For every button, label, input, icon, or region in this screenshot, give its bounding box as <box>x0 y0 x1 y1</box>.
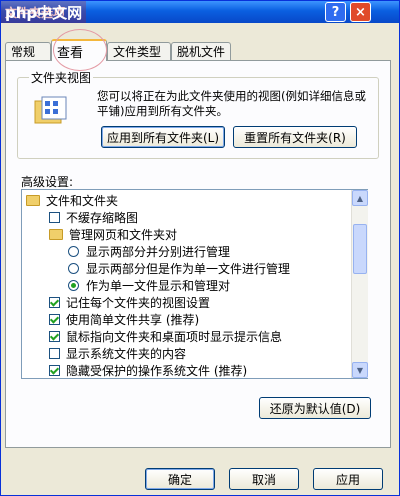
list-item[interactable]: 隐藏受保护的操作系统文件 (推荐) <box>49 362 248 378</box>
checkbox[interactable] <box>49 297 60 308</box>
list-item-label: 记住每个文件夹的视图设置 <box>66 296 211 310</box>
help-button[interactable]: ? <box>325 2 346 22</box>
watermark-logo: php中文网 <box>1 1 87 23</box>
folder-views-title: 文件夹视图 <box>29 69 94 86</box>
scroll-up-icon[interactable]: ▲ <box>352 190 368 206</box>
list-item-label: 管理网页和文件夹对 <box>69 228 178 242</box>
folder-icon <box>49 229 63 240</box>
tab-offline-files[interactable]: 脱机文件 <box>171 42 231 60</box>
reset-all-folders-button[interactable]: 重置所有文件夹(R) <box>233 126 357 148</box>
list-item-label: 隐藏受保护的操作系统文件 (推荐) <box>66 364 248 378</box>
list-item[interactable]: 显示系统文件夹的内容 <box>49 345 186 362</box>
folder-options-window: 文件夹选项 php中文网 ? × 常规 查看 文件类型 脱机文件 文件夹视图 您… <box>0 0 400 496</box>
tab-file-types[interactable]: 文件类型 <box>107 42 171 60</box>
folder-views-icon <box>34 96 67 124</box>
checkbox[interactable] <box>49 331 60 342</box>
cancel-button[interactable]: 取消 <box>229 468 299 490</box>
list-item-label: 不缓存缩略图 <box>66 211 139 225</box>
list-item-label: 文件和文件夹 <box>46 194 119 208</box>
ok-button[interactable]: 确定 <box>145 468 215 490</box>
list-item: 文件和文件夹 <box>26 192 118 209</box>
list-item-label: 显示两部分但是作为单一文件进行管理 <box>86 262 291 276</box>
list-item-label: 显示两部分并分别进行管理 <box>86 245 231 259</box>
restore-defaults-button[interactable]: 还原为默认值(D) <box>259 397 371 419</box>
advanced-list-scrollbar[interactable]: ▲ ▼ <box>351 190 368 378</box>
list-item[interactable]: 记住每个文件夹的视图设置 <box>49 294 210 311</box>
list-item-label: 使用简单文件共享 (推荐) <box>66 313 200 327</box>
checkbox[interactable] <box>49 365 60 376</box>
scroll-thumb[interactable] <box>353 224 367 274</box>
list-item[interactable]: 显示两部分但是作为单一文件进行管理 <box>68 260 290 277</box>
radio-button[interactable] <box>68 263 79 274</box>
folder-views-description: 您可以将正在为此文件夹使用的视图(例如详细信息或平铺)应用到所有文件夹。 <box>97 89 366 118</box>
checkbox[interactable] <box>49 212 60 223</box>
folder-icon <box>26 195 40 206</box>
list-item[interactable]: 作为单一文件显示和管理对 <box>68 277 230 294</box>
list-item[interactable]: 使用简单文件共享 (推荐) <box>49 311 199 328</box>
apply-to-all-folders-button[interactable]: 应用到所有文件夹(L) <box>101 126 225 148</box>
highlight-circle <box>53 29 107 71</box>
list-item-label: 鼠标指向文件夹和桌面项时显示提示信息 <box>66 330 283 344</box>
advanced-settings-title: 高级设置: <box>21 175 74 189</box>
scroll-down-icon[interactable]: ▼ <box>352 362 368 378</box>
checkbox[interactable] <box>49 348 60 359</box>
list-item[interactable]: 鼠标指向文件夹和桌面项时显示提示信息 <box>49 328 282 345</box>
list-item-label: 显示系统文件夹的内容 <box>66 347 187 361</box>
close-button[interactable]: × <box>350 2 371 22</box>
checkbox[interactable] <box>49 314 60 325</box>
list-item-label: 作为单一文件显示和管理对 <box>86 279 231 293</box>
list-item: 管理网页和文件夹对 <box>49 226 177 243</box>
list-item[interactable]: 显示两部分并分别进行管理 <box>68 243 230 260</box>
title-bar[interactable]: 文件夹选项 php中文网 ? × <box>1 1 399 23</box>
radio-button[interactable] <box>68 246 79 257</box>
apply-button[interactable]: 应用 <box>313 468 383 490</box>
advanced-settings-list[interactable]: 文件和文件夹 不缓存缩略图 管理网页和文件夹对 显示两部分并分别进行管理 显示两… <box>21 189 368 379</box>
radio-button[interactable] <box>68 280 79 291</box>
tab-general[interactable]: 常规 <box>5 42 51 60</box>
list-item[interactable]: 不缓存缩略图 <box>49 209 138 226</box>
